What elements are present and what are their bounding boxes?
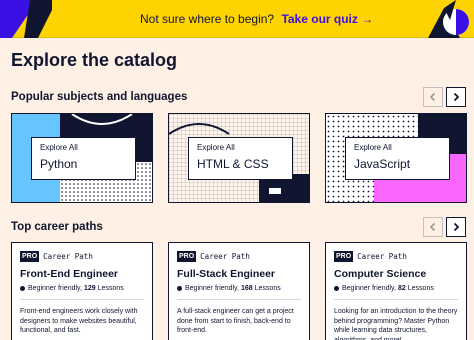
career-description: Front-end engineers work closely with de… xyxy=(20,308,138,334)
page-title: Explore the catalog xyxy=(11,50,178,70)
career-meta: Beginner friendly, 82 Lessons xyxy=(334,285,458,292)
lesson-count-label: Lessons xyxy=(254,285,281,292)
pro-badge: PRO xyxy=(20,251,40,262)
career-meta: Beginner friendly, 129 Lessons xyxy=(20,285,144,292)
javascript-card-name: JavaScript xyxy=(354,157,411,171)
career-card-full-stack[interactable]: PRO Career Path Full-Stack Engineer Begi… xyxy=(168,242,310,340)
pro-badge: PRO xyxy=(334,251,354,262)
divider xyxy=(20,299,144,300)
career-meta: Beginner friendly, 168 Lessons xyxy=(177,285,301,292)
career-path-label: Career Path xyxy=(200,252,250,261)
lesson-count: 168 xyxy=(240,285,253,292)
javascript-card-label: Explore All JavaScript xyxy=(345,137,450,180)
popular-heading: Popular subjects and languages xyxy=(11,91,188,103)
chevron-left-icon xyxy=(429,92,436,102)
lesson-count: 129 xyxy=(83,285,96,292)
popular-next-button[interactable] xyxy=(446,87,466,107)
difficulty-dot-icon xyxy=(334,286,339,291)
difficulty-dot-icon xyxy=(20,286,25,291)
career-path-label: Career Path xyxy=(43,252,93,261)
python-card[interactable]: Explore All Python xyxy=(11,113,153,203)
lesson-count-label: Lessons xyxy=(97,285,124,292)
lesson-count-label: Lessons xyxy=(407,285,434,292)
take-quiz-link[interactable]: Take our quiz → xyxy=(281,12,373,26)
javascript-card[interactable]: Explore All JavaScript xyxy=(325,113,467,203)
html-css-card-name: HTML & CSS xyxy=(197,157,269,171)
popular-prev-button[interactable] xyxy=(423,87,443,107)
banner-question: Not sure where to begin? xyxy=(140,12,275,26)
javascript-card-kicker: Explore All xyxy=(354,143,392,152)
lesson-count: 82 xyxy=(397,285,406,292)
chevron-right-icon xyxy=(453,222,460,232)
banner-graphic-right xyxy=(404,0,474,38)
difficulty-dot-icon xyxy=(177,286,182,291)
difficulty-level: Beginner friendly, xyxy=(28,285,82,292)
python-card-label: Explore All Python xyxy=(31,137,136,180)
career-description: Looking for an introduction to the theor… xyxy=(334,308,458,340)
banner-message: Not sure where to begin? Take our quiz → xyxy=(140,11,373,27)
career-title: Computer Science xyxy=(334,268,427,280)
html-css-card-kicker: Explore All xyxy=(197,143,235,152)
pro-badge: PRO xyxy=(177,251,197,262)
python-card-name: Python xyxy=(40,157,78,171)
divider xyxy=(177,299,301,300)
career-card-header: PRO Career Path xyxy=(177,251,301,262)
chevron-left-icon xyxy=(429,222,436,232)
career-card-header: PRO Career Path xyxy=(20,251,144,262)
career-title: Front-End Engineer xyxy=(20,268,118,280)
careers-next-button[interactable] xyxy=(446,217,466,237)
career-title: Full-Stack Engineer xyxy=(177,268,276,280)
difficulty-level: Beginner friendly, xyxy=(342,285,396,292)
careers-prev-button[interactable] xyxy=(423,217,443,237)
chevron-right-icon xyxy=(453,92,460,102)
html-css-card[interactable]: Explore All HTML & CSS xyxy=(168,113,310,203)
difficulty-level: Beginner friendly, xyxy=(185,285,239,292)
html-css-card-label: Explore All HTML & CSS xyxy=(188,137,293,180)
career-card-front-end[interactable]: PRO Career Path Front-End Engineer Begin… xyxy=(11,242,153,340)
career-card-header: PRO Career Path xyxy=(334,251,458,262)
career-path-label: Career Path xyxy=(357,252,407,261)
python-card-kicker: Explore All xyxy=(40,143,78,152)
quiz-banner: Not sure where to begin? Take our quiz → xyxy=(0,0,474,38)
banner-graphic-left xyxy=(0,0,52,38)
careers-heading: Top career paths xyxy=(11,221,103,233)
divider xyxy=(334,299,458,300)
career-description: A full-stack engineer can get a project … xyxy=(177,308,294,334)
career-card-computer-science[interactable]: PRO Career Path Computer Science Beginne… xyxy=(325,242,467,340)
